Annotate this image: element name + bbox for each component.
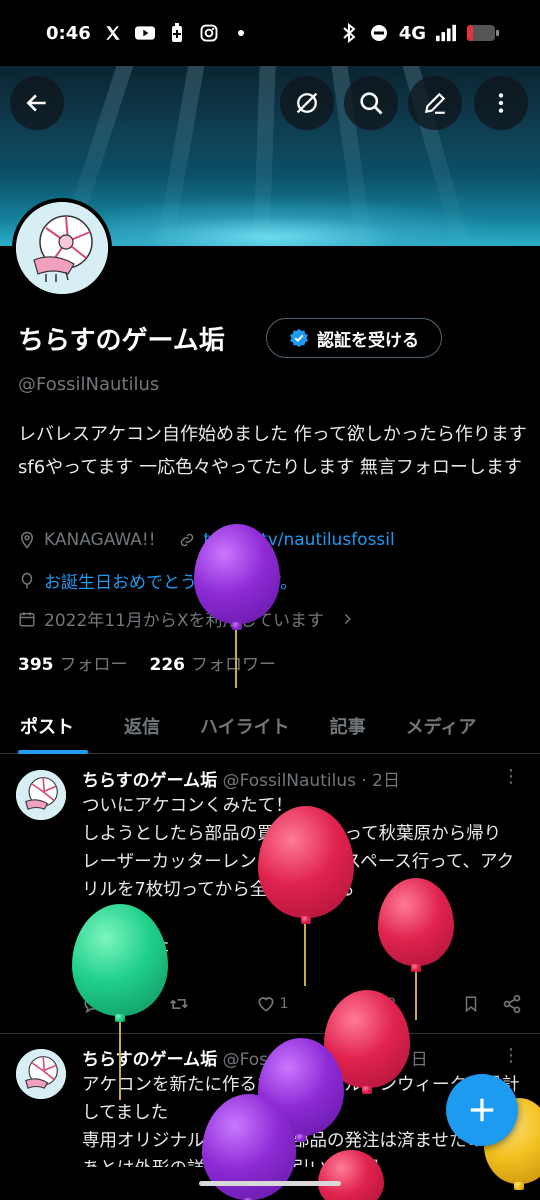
tab-highlights[interactable]: ハイライト	[180, 702, 310, 750]
dnd-icon	[369, 23, 389, 43]
location-icon	[20, 531, 34, 549]
followers-link[interactable]: 226 フォロワー	[150, 650, 277, 675]
tab-replies[interactable]: 返信	[94, 702, 180, 750]
tweet-time: 2日	[372, 771, 400, 791]
tweet-more-icon[interactable]: ⋮	[502, 766, 520, 787]
network-label: 4G	[398, 22, 426, 44]
balloon-purple	[194, 524, 280, 624]
balloon-string	[304, 924, 306, 986]
profile-display-name: ちらすのゲーム垢	[18, 326, 225, 356]
tweet-author-handle: @FossilNautilus	[222, 771, 356, 791]
following-count: 395	[18, 655, 54, 675]
tweet-avatar[interactable]	[14, 1047, 68, 1101]
follow-stats: 395 フォロー 226 フォロワー	[18, 650, 276, 675]
compose-post-button[interactable]	[446, 1074, 518, 1146]
tweet-author-name[interactable]: ちらすのゲーム垢	[82, 771, 217, 791]
youtube-icon	[134, 23, 155, 43]
nautilus-avatar-image	[16, 202, 108, 294]
edit-button[interactable]	[408, 76, 462, 130]
balloon-icon	[21, 572, 33, 588]
get-verified-button[interactable]: 認証を受ける	[266, 318, 442, 358]
back-button[interactable]	[10, 76, 64, 130]
status-time: 0:46	[46, 22, 91, 44]
search-icon	[360, 92, 383, 115]
balloon-string	[119, 1020, 121, 1100]
more-icon	[498, 93, 504, 113]
status-bar: 0:46 4G	[0, 0, 540, 66]
home-gesture-indicator[interactable]	[199, 1181, 341, 1186]
link-icon	[180, 533, 193, 547]
hide-button[interactable]	[280, 76, 334, 130]
nautilus-avatar-image	[16, 1049, 66, 1099]
followers-count: 226	[149, 655, 186, 675]
profile-handle: @FossilNautilus	[18, 374, 160, 395]
tweet-more-icon[interactable]: ⋮	[502, 1045, 520, 1066]
active-tab-indicator	[18, 750, 88, 754]
calendar-icon	[19, 611, 35, 626]
tweet-avatar[interactable]	[14, 768, 68, 822]
profile-joined: 2022年11月からXを利用しています	[44, 611, 325, 631]
plus-icon	[470, 1098, 494, 1122]
following-label: フォロー	[59, 655, 128, 675]
profile-location: KANAGAWA!!	[44, 530, 156, 550]
share-icon[interactable]	[502, 994, 522, 1014]
instagram-icon	[199, 23, 219, 43]
tab-posts[interactable]: ポスト	[0, 702, 94, 750]
tweet-author-name[interactable]: ちらすのゲーム垢	[82, 1050, 217, 1070]
tab-media[interactable]: メディア	[386, 702, 497, 750]
hide-icon	[296, 92, 318, 114]
followers-label: フォロワー	[191, 655, 276, 675]
like-button[interactable]: 1	[256, 994, 289, 1014]
battery-saver-icon	[167, 23, 187, 43]
signal-icon	[436, 23, 456, 43]
search-button[interactable]	[344, 76, 398, 130]
bluetooth-icon	[339, 23, 359, 43]
following-link[interactable]: 395 フォロー	[18, 650, 128, 675]
tweet-header: ちらすのゲーム垢 @FossilNautilus · 2日	[82, 771, 400, 791]
bookmark-icon[interactable]	[462, 994, 480, 1014]
tweet-extra-actions	[462, 994, 522, 1014]
profile-tabs: ポスト 返信 ハイライト 記事 メディア	[0, 702, 540, 754]
get-verified-label: 認証を受ける	[317, 330, 419, 351]
tab-articles[interactable]: 記事	[310, 702, 386, 750]
repost-button[interactable]	[168, 994, 190, 1014]
repost-icon	[169, 999, 188, 1009]
balloon-green	[72, 904, 168, 1016]
balloon-red	[378, 878, 454, 966]
verified-badge-icon	[290, 328, 308, 348]
chevron-right-icon	[344, 613, 351, 624]
profile-joined-row[interactable]: 2022年11月からXを利用しています	[18, 606, 354, 631]
nautilus-avatar-image	[16, 770, 66, 820]
balloon-string	[235, 628, 237, 688]
edit-icon	[424, 92, 446, 114]
x-logo-icon	[103, 23, 123, 43]
profile-bio: レバレスアケコン自作始めました 作って欲しかったら作ります sf6やってます 一…	[18, 424, 527, 478]
heart-icon	[258, 997, 274, 1012]
profile-avatar[interactable]	[12, 198, 112, 298]
more-button[interactable]	[474, 76, 528, 130]
like-count: 1	[279, 996, 289, 1012]
dot-icon	[231, 23, 251, 43]
back-icon	[26, 94, 46, 112]
balloon-string	[415, 970, 417, 1020]
battery-icon	[466, 23, 500, 43]
balloon-red	[258, 806, 354, 918]
